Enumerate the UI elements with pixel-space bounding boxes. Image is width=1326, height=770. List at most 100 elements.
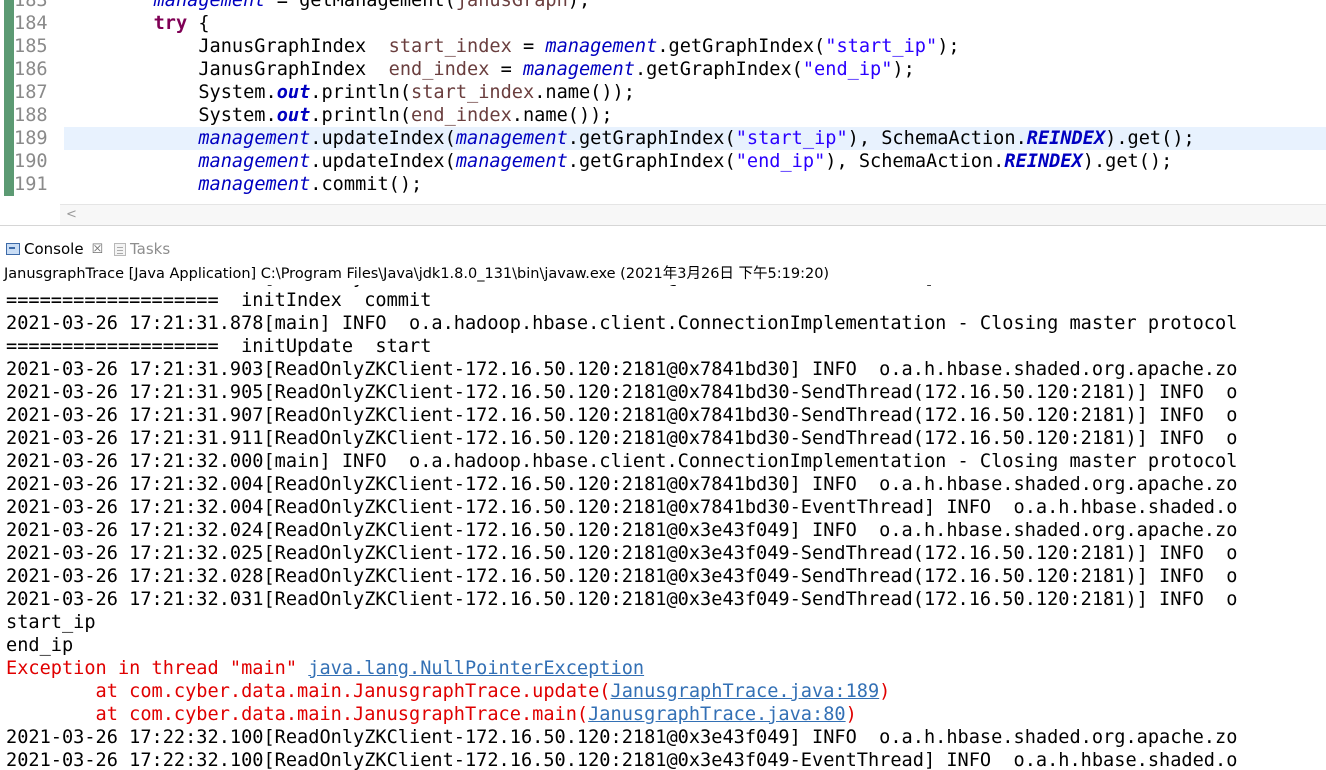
code-token: management: [455, 151, 568, 172]
code-token: management: [522, 59, 635, 80]
code-token: .getGraphIndex(: [567, 128, 736, 149]
console-line: 2021-03-26 17:21:32.004[ReadOnlyZKClient…: [6, 496, 1237, 519]
console-lines: 2021-03-26 17:21:31.901[ReadOnlyZKClient…: [6, 285, 1237, 770]
code-editor[interactable]: 183 184 185 186 187 188 189 190 191 management =…: [0, 0, 1326, 204]
code-line[interactable]: System.out.println(start_index.name());: [64, 81, 1326, 104]
console-line: at com.cyber.data.main.JanusgraphTrace.m…: [6, 703, 1237, 726]
console-text: 2021-03-26 17:22:32.100[ReadOnlyZKClient…: [6, 750, 1238, 770]
console-text: 2021-03-26 17:21:32.000[main] INFO o.a.h…: [6, 451, 1238, 472]
console-text: ): [879, 681, 891, 702]
console-text: 2021-03-26 17:21:31.901[ReadOnlyZKClient…: [6, 285, 1237, 288]
code-token: ), SchemaAction.: [825, 151, 1005, 172]
console-line: =================== initUpdate start: [6, 335, 1237, 358]
stack-trace-link[interactable]: java.lang.NullPointerException: [308, 658, 644, 679]
code-token: );: [937, 36, 960, 57]
code-token: =: [489, 59, 523, 80]
code-token: management: [198, 128, 311, 149]
console-text: 2021-03-26 17:21:31.878[main] INFO o.a.h…: [6, 313, 1238, 334]
console-line: 2021-03-26 17:22:32.100[ReadOnlyZKClient…: [6, 726, 1237, 749]
code-token: .getGraphIndex(: [634, 59, 803, 80]
console-line: 2021-03-26 17:21:31.903[ReadOnlyZKClient…: [6, 358, 1237, 381]
code-token: = getManagement(: [265, 0, 456, 11]
code-line[interactable]: management = getManagement(janusGraph);: [64, 0, 1326, 12]
code-line[interactable]: management.updateIndex(management.getGra…: [64, 150, 1326, 173]
line-number: 184: [14, 13, 48, 34]
console-icon: [6, 243, 20, 255]
code-token: end_index: [411, 105, 512, 126]
editor-horizontal-scrollbar[interactable]: <: [60, 204, 1326, 225]
console-text: =================== initIndex commit: [6, 290, 432, 311]
code-token: );: [892, 59, 915, 80]
code-token: management: [545, 36, 658, 57]
close-icon[interactable]: ☒: [92, 242, 104, 257]
change-marker: [4, 81, 14, 104]
console-text: at com.cyber.data.main.JanusgraphTrace.m…: [6, 704, 589, 725]
code-line[interactable]: JanusGraphIndex end_index = management.g…: [64, 58, 1326, 81]
line-number: 191: [14, 174, 48, 195]
line-number: 183: [14, 0, 48, 11]
line-number-gutter: 183 184 185 186 187 188 189 190 191: [14, 0, 60, 196]
console-line: at com.cyber.data.main.JanusgraphTrace.u…: [6, 680, 1237, 703]
code-token: .updateIndex(: [310, 151, 456, 172]
code-token: REINDEX: [1026, 128, 1106, 149]
console-line: 2021-03-26 17:21:31.907[ReadOnlyZKClient…: [6, 404, 1237, 427]
console-line: 2021-03-26 17:21:32.000[main] INFO o.a.h…: [6, 450, 1237, 473]
tab-console-label: Console: [24, 240, 84, 258]
stack-trace-link[interactable]: JanusgraphTrace.java:80: [588, 704, 845, 725]
stack-trace-link[interactable]: JanusgraphTrace.java:189: [611, 681, 880, 702]
code-line[interactable]: System.out.println(end_index.name());: [64, 104, 1326, 127]
console-launch-description: JanusgraphTrace [Java Application] C:\Pr…: [4, 266, 830, 282]
change-marker: [4, 173, 14, 196]
code-token: REINDEX: [1004, 151, 1083, 172]
line-number: 190: [14, 151, 48, 172]
code-token: start_index: [388, 36, 512, 57]
code-token: "end_ip": [735, 151, 826, 172]
console-text: 2021-03-26 17:21:32.031[ReadOnlyZKClient…: [6, 589, 1238, 610]
change-marker: [4, 150, 14, 173]
code-token: ).get();: [1105, 128, 1195, 149]
tab-console[interactable]: Console ☒: [6, 237, 103, 261]
code-token: "start_ip": [735, 128, 848, 149]
code-token: );: [567, 0, 591, 11]
code-line-current[interactable]: management.updateIndex(management.getGra…: [64, 127, 1326, 150]
change-marker: [4, 127, 14, 150]
console-text: start_ip: [6, 612, 96, 633]
code-token: .println(: [310, 82, 412, 103]
console-text: 2021-03-26 17:21:31.911[ReadOnlyZKClient…: [6, 428, 1238, 449]
code-token: JanusGraphIndex: [64, 59, 389, 80]
tasks-icon: [114, 242, 126, 256]
console-text: 2021-03-26 17:21:32.004[ReadOnlyZKClient…: [6, 474, 1238, 495]
tab-tasks-label: Tasks: [130, 240, 171, 258]
console-text: 2021-03-26 17:21:31.905[ReadOnlyZKClient…: [6, 382, 1238, 403]
line-number: 186: [14, 59, 48, 80]
code-line[interactable]: try {: [64, 12, 1326, 35]
code-token: .commit();: [310, 174, 423, 195]
console-text: 2021-03-26 17:22:32.100[ReadOnlyZKClient…: [6, 727, 1238, 748]
console-line: 2021-03-26 17:21:32.024[ReadOnlyZKClient…: [6, 519, 1237, 542]
console-line: =================== initIndex commit: [6, 289, 1237, 312]
code-token: janusGraph: [455, 0, 568, 11]
console-line: 2021-03-26 17:21:32.025[ReadOnlyZKClient…: [6, 542, 1237, 565]
console-text: at com.cyber.data.main.JanusgraphTrace.u…: [6, 681, 611, 702]
console-line: 2021-03-26 17:21:31.911[ReadOnlyZKClient…: [6, 427, 1237, 450]
console-output[interactable]: 2021-03-26 17:21:31.901[ReadOnlyZKClient…: [0, 285, 1326, 770]
console-text: 2021-03-26 17:21:32.004[ReadOnlyZKClient…: [6, 497, 1238, 518]
code-line[interactable]: JanusGraphIndex start_index = management…: [64, 35, 1326, 58]
line-number: 189: [14, 128, 48, 149]
scroll-left-arrow-icon[interactable]: <: [66, 205, 77, 225]
code-token: ).get();: [1082, 151, 1173, 172]
line-number: 185: [14, 36, 48, 57]
code-token: .name());: [534, 82, 635, 103]
console-line: 2021-03-26 17:21:32.028[ReadOnlyZKClient…: [6, 565, 1237, 588]
change-marker: [4, 12, 14, 35]
view-tab-bar: Console ☒ Tasks: [0, 233, 1326, 263]
code-area[interactable]: management = getManagement(janusGraph); …: [64, 0, 1326, 196]
change-marker: [4, 0, 14, 12]
tab-tasks[interactable]: Tasks: [114, 237, 170, 261]
code-token: System.: [64, 105, 277, 126]
code-token: end_index: [388, 59, 490, 80]
code-line[interactable]: management.commit();: [64, 173, 1326, 196]
